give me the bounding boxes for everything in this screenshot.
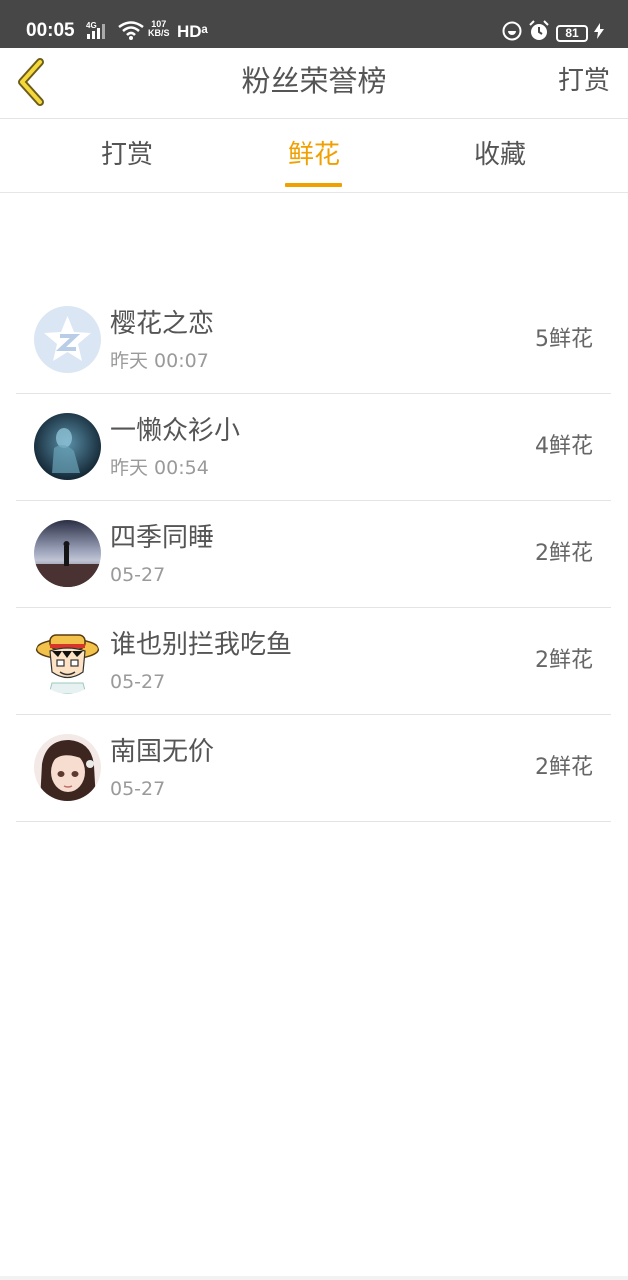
avatar <box>34 734 101 801</box>
straw-hat-cartoon-avatar-icon <box>34 627 101 694</box>
fan-date: 05-27 <box>110 564 166 586</box>
flower-count: 2鲜花 <box>535 755 593 780</box>
fan-name: 谁也别拦我吃鱼 <box>110 630 293 660</box>
avatar <box>34 520 101 587</box>
fan-name: 樱花之恋 <box>110 309 215 339</box>
page-title: 粉丝荣誉榜 <box>241 64 387 98</box>
tab-flowers[interactable]: 鲜花 <box>234 137 394 173</box>
list-item[interactable]: 四季同睡 05-27 2鲜花 <box>16 501 611 608</box>
fan-name: 四季同睡 <box>110 523 215 553</box>
hd-indicator: HDᵃ <box>177 22 208 41</box>
tab-reward[interactable]: 打赏 <box>47 137 207 173</box>
do-not-disturb-icon <box>502 21 522 45</box>
reward-button[interactable]: 打赏 <box>558 62 610 100</box>
flower-count: 5鲜花 <box>535 327 593 352</box>
title-bar: 粉丝荣誉榜 打赏 <box>0 48 628 119</box>
wifi-icon <box>118 21 144 45</box>
status-bar: 00:05 4G 107 KB/S HDᵃ 81 <box>0 0 628 48</box>
tab-bar: 打赏 鲜花 收藏 <box>0 119 628 193</box>
list-item[interactable]: 樱花之恋 昨天 00:07 5鲜花 <box>16 287 611 394</box>
network-speed-unit: KB/S <box>148 28 170 38</box>
sunset-silhouette-avatar-icon <box>34 520 101 587</box>
fan-name: 一懒众衫小 <box>110 416 241 446</box>
fan-date: 昨天 00:07 <box>110 350 209 372</box>
flower-count: 2鲜花 <box>535 541 593 566</box>
active-tab-indicator <box>285 183 342 187</box>
status-time: 00:05 <box>26 20 75 41</box>
dark-blue-figure-avatar-icon <box>34 413 101 480</box>
flower-count: 2鲜花 <box>535 648 593 673</box>
avatar <box>34 413 101 480</box>
qq-default-avatar-icon <box>34 306 101 373</box>
fan-date: 05-27 <box>110 778 166 800</box>
network-type-label: 4G <box>86 21 97 30</box>
fan-date: 昨天 00:54 <box>110 457 209 479</box>
list-item[interactable]: 谁也别拦我吃鱼 05-27 2鲜花 <box>16 608 611 715</box>
cellular-signal-icon: 4G <box>86 20 112 44</box>
alarm-clock-icon <box>528 20 550 46</box>
network-speed: 107 KB/S <box>148 20 170 38</box>
avatar <box>34 627 101 694</box>
list-item[interactable]: 南国无价 05-27 2鲜花 <box>16 715 611 822</box>
avatar <box>34 306 101 373</box>
fan-name: 南国无价 <box>110 737 215 767</box>
status-right-icons: 81 <box>502 20 604 46</box>
fan-date: 05-27 <box>110 671 166 693</box>
fan-ranking-list: 樱花之恋 昨天 00:07 5鲜花 一懒众衫小 昨天 00:54 4鲜花 四季同… <box>16 287 611 822</box>
anime-girl-avatar-icon <box>34 734 101 801</box>
battery-indicator: 81 <box>556 24 588 42</box>
list-item[interactable]: 一懒众衫小 昨天 00:54 4鲜花 <box>16 394 611 501</box>
tab-favorites[interactable]: 收藏 <box>420 137 580 173</box>
bottom-divider <box>0 1276 628 1280</box>
charging-icon <box>594 23 604 43</box>
flower-count: 4鲜花 <box>535 434 593 459</box>
